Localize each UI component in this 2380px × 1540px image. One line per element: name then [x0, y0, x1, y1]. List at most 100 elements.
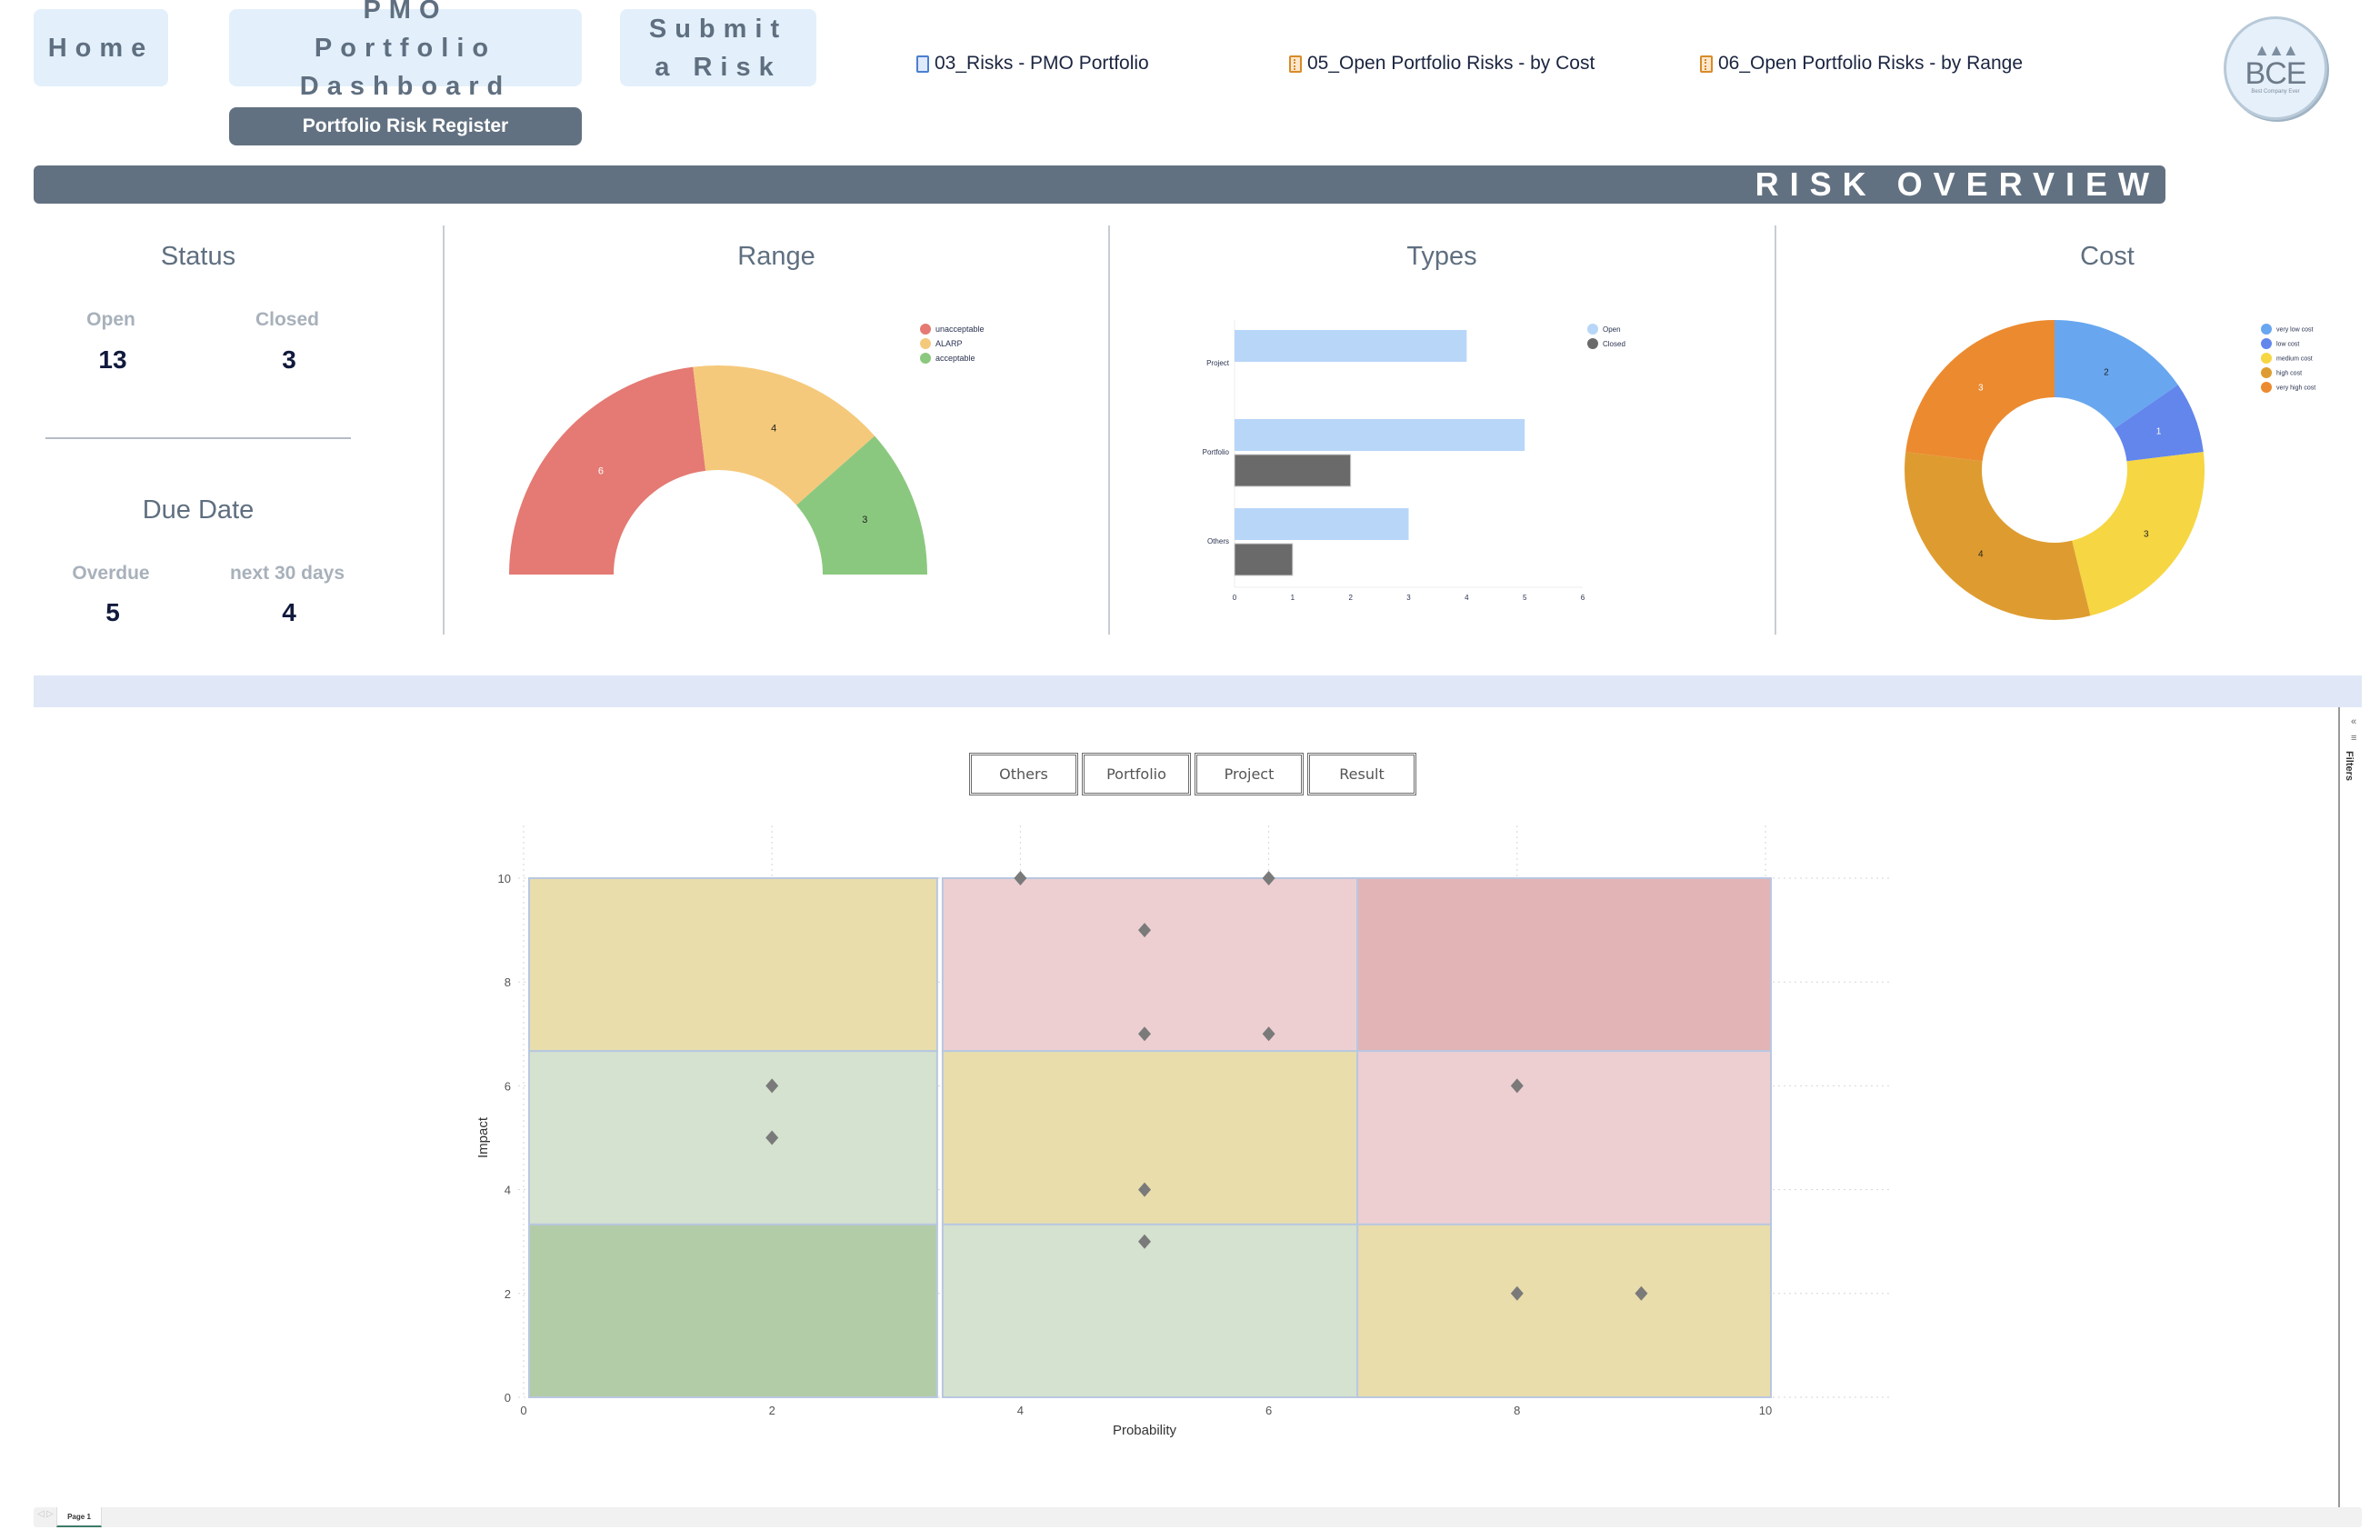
portfolio-risk-register-label: Portfolio Risk Register	[302, 115, 509, 136]
y-axis-title: Impact	[475, 1116, 491, 1158]
status-divider	[45, 437, 351, 439]
y-tick-label: 6	[505, 1079, 511, 1093]
x-tick-label: 1	[1291, 594, 1295, 602]
closed-label: Closed	[255, 309, 319, 330]
legend-marker	[1587, 338, 1598, 349]
link-05-risks-by-cost[interactable]: 05_Open Portfolio Risks - by Cost	[1289, 53, 1595, 75]
legend-label: very low cost	[2276, 326, 2314, 333]
filters-panel[interactable]: « ≡ Filters	[2338, 707, 2380, 1515]
legend-label: medium cost	[2276, 355, 2313, 362]
bar-closed-portfolio	[1234, 454, 1352, 487]
portfolio-risk-register-button[interactable]: Portfolio Risk Register	[229, 107, 582, 145]
submit-risk-button[interactable]: Submit a Risk	[620, 9, 816, 86]
y-tick-label: 4	[505, 1184, 511, 1197]
legend-label: Open	[1603, 325, 1621, 334]
legend-label: Closed	[1603, 340, 1625, 348]
legend-marker	[2261, 338, 2272, 349]
risk-zone	[1356, 877, 1772, 1053]
link-06-label: 06_Open Portfolio Risks - by Range	[1718, 53, 2024, 74]
submit-risk-button-label: Submit a Risk	[648, 14, 788, 82]
home-button[interactable]: Home	[34, 9, 168, 86]
filter-button-portfolio[interactable]: Portfolio	[1082, 753, 1191, 795]
category-label: Project	[1206, 359, 1230, 367]
range-data-label: 4	[771, 424, 776, 435]
filter-band	[34, 675, 2362, 707]
legend-marker	[2261, 382, 2272, 393]
y-tick-label: 10	[498, 872, 511, 885]
x-tick-label: 4	[1017, 1404, 1024, 1417]
link-03-risks-label: 03_Risks - PMO Portfolio	[935, 53, 1149, 74]
page-tab[interactable]: Page 1	[56, 1507, 102, 1527]
bar-closed-others	[1234, 543, 1294, 576]
cost-title: Cost	[2080, 242, 2135, 271]
closed-count: 3	[282, 345, 296, 374]
filter-button-label: Portfolio	[1106, 765, 1166, 783]
link-03-risks[interactable]: 03_Risks - PMO Portfolio	[916, 53, 1149, 75]
x-tick-label: 10	[1759, 1404, 1772, 1417]
overdue-label: Overdue	[72, 563, 150, 584]
cost-donut-chart: 2 1 3 4 3 very low cost low cost medium cost hig…	[1905, 320, 2315, 620]
due-date-title: Due Date	[142, 495, 255, 525]
x-tick-label: 0	[520, 1404, 526, 1417]
y-tick-label: 8	[505, 975, 511, 989]
x-tick-label: 5	[1523, 594, 1527, 602]
cost-slice-medium-cost	[2072, 452, 2205, 616]
x-tick-label: 6	[1265, 1404, 1272, 1417]
legend-marker	[1587, 324, 1598, 335]
pmo-dashboard-button-label: PMO Portfolio Dashboard	[299, 0, 512, 101]
link-05-label: 05_Open Portfolio Risks - by Cost	[1307, 53, 1595, 74]
range-data-label: 3	[862, 515, 867, 525]
filter-button-others[interactable]: Others	[969, 753, 1078, 795]
filter-button-result[interactable]: Result	[1307, 753, 1416, 795]
x-tick-label: 0	[1233, 594, 1237, 602]
legend-marker	[920, 353, 931, 364]
filters-panel-label: Filters	[2344, 751, 2355, 782]
x-tick-label: 3	[1406, 594, 1411, 602]
legend-marker	[920, 338, 931, 349]
bar-open-project	[1235, 330, 1467, 362]
range-gauge-chart: 6 4 3 unacceptable ALARP acceptable	[509, 324, 985, 575]
bar-open-portfolio	[1235, 419, 1525, 451]
legend-marker	[920, 324, 931, 335]
cost-data-label: 1	[2156, 427, 2162, 437]
x-tick-label: 2	[769, 1404, 775, 1417]
home-button-label: Home	[47, 33, 155, 63]
section-divider	[1108, 225, 1110, 635]
types-title: Types	[1406, 242, 1477, 271]
x-tick-label: 4	[1465, 594, 1469, 602]
legend-label: high cost	[2276, 370, 2302, 376]
range-slice-unacceptable	[509, 366, 706, 575]
open-label: Open	[86, 309, 135, 330]
x-tick-label: 8	[1514, 1404, 1520, 1417]
legend-marker	[2261, 324, 2272, 335]
link-06-risks-by-range[interactable]: 06_Open Portfolio Risks - by Range	[1700, 53, 2023, 75]
pmo-dashboard-button[interactable]: PMO Portfolio Dashboard	[229, 0, 582, 101]
risk-zone	[528, 877, 938, 1053]
x-axis-title: Probability	[1113, 1423, 1177, 1438]
legend-label: unacceptable	[935, 325, 985, 334]
collapse-chevron-icon[interactable]: «	[2351, 716, 2356, 727]
legend-marker	[2261, 353, 2272, 364]
risk-zone	[528, 1050, 938, 1225]
risk-overview-header: RISK OVERVIEW	[34, 165, 2165, 204]
legend-label: acceptable	[935, 354, 975, 363]
filter-button-project[interactable]: Project	[1195, 753, 1304, 795]
page-tab-label: Page 1	[67, 1512, 91, 1521]
section-divider	[443, 225, 445, 635]
risk-zone	[941, 1050, 1359, 1225]
cost-data-label: 3	[2144, 530, 2149, 540]
y-tick-label: 0	[505, 1391, 511, 1405]
risk-zone	[528, 1223, 938, 1398]
x-tick-label: 6	[1581, 594, 1585, 602]
risk-zone	[1356, 1223, 1772, 1398]
range-data-label: 6	[598, 466, 604, 477]
next-page-icon[interactable]: ▷	[46, 1509, 54, 1519]
filter-button-label: Others	[999, 765, 1048, 783]
risk-zone	[1356, 1050, 1772, 1225]
filter-button-label: Result	[1339, 765, 1385, 783]
prev-page-icon[interactable]: ◁	[37, 1509, 45, 1519]
legend-marker	[2261, 367, 2272, 378]
range-title: Range	[737, 242, 815, 271]
section-divider	[1775, 225, 1776, 635]
logo-text: BCE	[2245, 56, 2307, 91]
